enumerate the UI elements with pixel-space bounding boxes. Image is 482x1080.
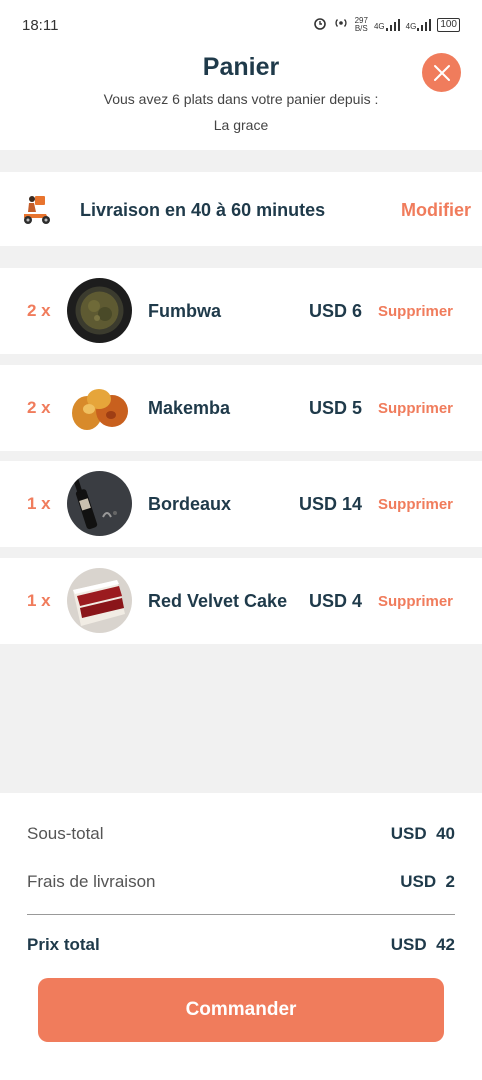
item-image-fumbwa [67,278,132,343]
cart-item: 1 x Bordeaux USD 14 Supprimer [0,461,482,547]
signal-2: 4G [405,18,432,31]
network-speed-unit: B/S [354,23,368,33]
order-button[interactable]: Commander [38,978,444,1042]
subtotal-label: Sous-total [27,824,104,843]
delivery-bar: Livraison en 40 à 60 minutes Modifier [0,172,482,246]
item-name: Bordeaux [148,494,232,514]
cart-item: 1 x Red Velvet Cake USD 4 Supprimer [0,558,482,644]
status-icons: 297 B/S 4G 4G 100 [313,16,460,33]
cart-header: Panier Vous avez 6 plats dans votre pani… [0,36,482,150]
item-image-makemba [67,375,132,440]
close-icon [433,64,450,81]
status-bar: 18:11 297 B/S 4G 4G 100 [0,0,482,36]
signal-icon [385,18,400,31]
item-quantity: 1 x [27,591,51,610]
delete-item-button[interactable]: Supprimer [378,593,453,610]
close-button[interactable] [422,53,461,92]
delivery-fee-label: Frais de livraison [27,872,156,891]
item-quantity: 1 x [27,494,51,513]
delete-item-button[interactable]: Supprimer [378,400,453,417]
item-price: USD 4 [308,591,362,611]
item-quantity: 2 x [27,301,51,320]
total-label: Prix total [27,935,100,954]
item-name: Makemba [148,398,231,418]
item-name: Red Velvet Cake [148,591,288,611]
item-quantity: 2 x [27,398,51,417]
item-name: Fumbwa [148,301,222,321]
signal-1: 4G [373,18,400,31]
cart-item: 2 x Makemba USD 5 Supprimer [0,365,482,451]
network-type-1: 4G [373,21,385,31]
battery-icon: 100 [437,17,460,32]
summary-divider [27,914,455,915]
page-subtitle: Vous avez 6 plats dans votre panier depu… [103,91,379,107]
alarm-icon [313,16,327,33]
delete-item-button[interactable]: Supprimer [378,303,453,320]
status-time: 18:11 [22,17,59,34]
delivery-scooter-icon [20,192,54,226]
item-price: USD 5 [308,398,362,418]
subtotal-value: USD 40 [390,824,455,843]
restaurant-name: La grace [213,117,269,133]
modify-delivery-link[interactable]: Modifier [401,200,471,221]
delivery-time-label: Livraison en 40 à 60 minutes [80,200,326,220]
cart-item: 2 x Fumbwa USD 6 Supprimer [0,268,482,354]
delete-item-button[interactable]: Supprimer [378,496,453,513]
total-value: USD 42 [390,935,455,954]
hotspot-icon [333,16,349,33]
item-price: USD 6 [308,301,362,321]
order-summary: Sous-total USD 40 Frais de livraison USD… [0,793,482,1080]
item-image-bordeaux [67,471,132,536]
network-speed: 297 B/S [354,16,368,33]
item-image-red-velvet-cake [67,568,132,633]
delivery-fee-value: USD 2 [400,872,455,891]
page-title: Panier [202,53,280,81]
signal-icon [417,18,432,31]
item-price: USD 14 [298,494,362,514]
network-type-2: 4G [405,21,417,31]
